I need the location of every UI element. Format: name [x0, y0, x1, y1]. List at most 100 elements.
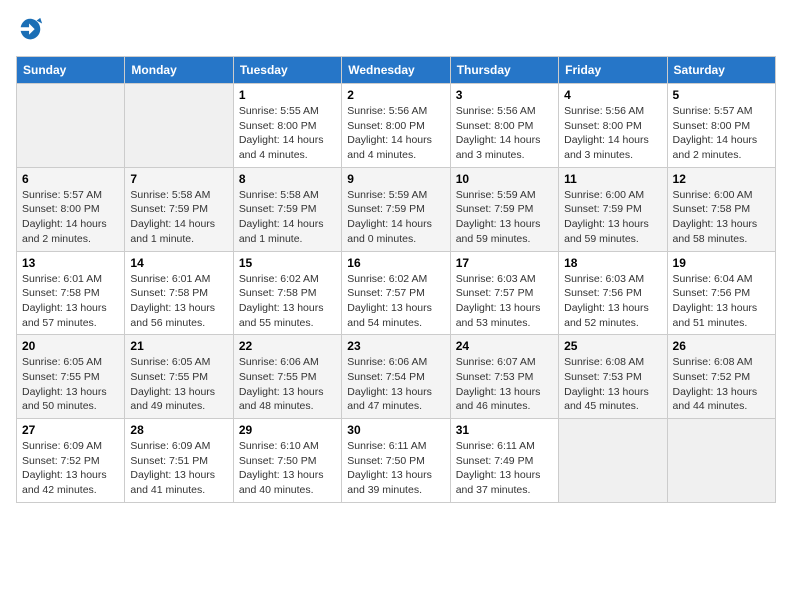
day-number: 18	[564, 256, 661, 270]
calendar-cell: 10 Sunrise: 5:59 AM Sunset: 7:59 PM Dayli…	[450, 167, 558, 251]
calendar-cell: 26 Sunrise: 6:08 AM Sunset: 7:52 PM Dayli…	[667, 335, 775, 419]
day-info: Sunrise: 6:06 AM Sunset: 7:55 PM Dayligh…	[239, 355, 336, 414]
day-number: 8	[239, 172, 336, 186]
day-number: 4	[564, 88, 661, 102]
day-info: Sunrise: 5:59 AM Sunset: 7:59 PM Dayligh…	[456, 188, 553, 247]
day-info: Sunrise: 6:05 AM Sunset: 7:55 PM Dayligh…	[22, 355, 119, 414]
day-info: Sunrise: 6:03 AM Sunset: 7:56 PM Dayligh…	[564, 272, 661, 331]
day-number: 10	[456, 172, 553, 186]
calendar-cell: 1 Sunrise: 5:55 AM Sunset: 8:00 PM Daylig…	[233, 84, 341, 168]
day-number: 27	[22, 423, 119, 437]
calendar-cell: 4 Sunrise: 5:56 AM Sunset: 8:00 PM Daylig…	[559, 84, 667, 168]
calendar-cell	[667, 419, 775, 503]
calendar-cell: 13 Sunrise: 6:01 AM Sunset: 7:58 PM Dayli…	[17, 251, 125, 335]
day-info: Sunrise: 6:07 AM Sunset: 7:53 PM Dayligh…	[456, 355, 553, 414]
calendar-cell: 8Sunrise: 5:58 AM Sunset: 7:59 PM Daylig…	[233, 167, 341, 251]
weekday-header-friday: Friday	[559, 57, 667, 84]
calendar-cell: 18 Sunrise: 6:03 AM Sunset: 7:56 PM Dayli…	[559, 251, 667, 335]
calendar-cell: 23 Sunrise: 6:06 AM Sunset: 7:54 PM Dayli…	[342, 335, 450, 419]
day-info: Sunrise: 5:57 AM Sunset: 8:00 PM Dayligh…	[673, 104, 770, 163]
page-header	[16, 16, 776, 44]
day-number: 11	[564, 172, 661, 186]
day-number: 13	[22, 256, 119, 270]
day-number: 9	[347, 172, 444, 186]
day-info: Sunrise: 6:00 AM Sunset: 7:59 PM Dayligh…	[564, 188, 661, 247]
day-number: 26	[673, 339, 770, 353]
day-info: Sunrise: 6:06 AM Sunset: 7:54 PM Dayligh…	[347, 355, 444, 414]
calendar-cell: 14Sunrise: 6:01 AM Sunset: 7:58 PM Dayli…	[125, 251, 233, 335]
day-info: Sunrise: 5:59 AM Sunset: 7:59 PM Dayligh…	[347, 188, 444, 247]
day-number: 24	[456, 339, 553, 353]
weekday-header-sunday: Sunday	[17, 57, 125, 84]
calendar-cell: 20 Sunrise: 6:05 AM Sunset: 7:55 PM Dayli…	[17, 335, 125, 419]
weekday-header-thursday: Thursday	[450, 57, 558, 84]
calendar-cell: 22 Sunrise: 6:06 AM Sunset: 7:55 PM Dayli…	[233, 335, 341, 419]
day-number: 21	[130, 339, 227, 353]
calendar-cell: 16Sunrise: 6:02 AM Sunset: 7:57 PM Dayli…	[342, 251, 450, 335]
day-number: 29	[239, 423, 336, 437]
day-number: 6	[22, 172, 119, 186]
logo	[16, 16, 48, 44]
calendar-cell: 27 Sunrise: 6:09 AM Sunset: 7:52 PM Dayli…	[17, 419, 125, 503]
day-info: Sunrise: 6:08 AM Sunset: 7:52 PM Dayligh…	[673, 355, 770, 414]
day-info: Sunrise: 6:02 AM Sunset: 7:58 PM Dayligh…	[239, 272, 336, 331]
day-info: Sunrise: 6:10 AM Sunset: 7:50 PM Dayligh…	[239, 439, 336, 498]
day-number: 23	[347, 339, 444, 353]
day-number: 30	[347, 423, 444, 437]
calendar-cell: 31Sunrise: 6:11 AM Sunset: 7:49 PM Dayli…	[450, 419, 558, 503]
calendar-cell: 12 Sunrise: 6:00 AM Sunset: 7:58 PM Dayli…	[667, 167, 775, 251]
calendar-week-5: 27 Sunrise: 6:09 AM Sunset: 7:52 PM Dayli…	[17, 419, 776, 503]
calendar-cell: 11 Sunrise: 6:00 AM Sunset: 7:59 PM Dayli…	[559, 167, 667, 251]
calendar-cell: 2Sunrise: 5:56 AM Sunset: 8:00 PM Daylig…	[342, 84, 450, 168]
day-info: Sunrise: 6:11 AM Sunset: 7:50 PM Dayligh…	[347, 439, 444, 498]
day-info: Sunrise: 6:00 AM Sunset: 7:58 PM Dayligh…	[673, 188, 770, 247]
calendar-cell: 21 Sunrise: 6:05 AM Sunset: 7:55 PM Dayli…	[125, 335, 233, 419]
day-number: 16	[347, 256, 444, 270]
day-info: Sunrise: 6:05 AM Sunset: 7:55 PM Dayligh…	[130, 355, 227, 414]
day-info: Sunrise: 5:57 AM Sunset: 8:00 PM Dayligh…	[22, 188, 119, 247]
calendar-body: 1 Sunrise: 5:55 AM Sunset: 8:00 PM Daylig…	[17, 84, 776, 503]
weekday-header-tuesday: Tuesday	[233, 57, 341, 84]
calendar-week-2: 6 Sunrise: 5:57 AM Sunset: 8:00 PM Daylig…	[17, 167, 776, 251]
calendar-cell: 24 Sunrise: 6:07 AM Sunset: 7:53 PM Dayli…	[450, 335, 558, 419]
calendar-cell: 9 Sunrise: 5:59 AM Sunset: 7:59 PM Daylig…	[342, 167, 450, 251]
day-info: Sunrise: 6:09 AM Sunset: 7:52 PM Dayligh…	[22, 439, 119, 498]
calendar-cell	[17, 84, 125, 168]
calendar-cell: 28Sunrise: 6:09 AM Sunset: 7:51 PM Dayli…	[125, 419, 233, 503]
day-info: Sunrise: 6:08 AM Sunset: 7:53 PM Dayligh…	[564, 355, 661, 414]
calendar-cell: 19Sunrise: 6:04 AM Sunset: 7:56 PM Dayli…	[667, 251, 775, 335]
calendar-cell: 15 Sunrise: 6:02 AM Sunset: 7:58 PM Dayli…	[233, 251, 341, 335]
weekday-header-saturday: Saturday	[667, 57, 775, 84]
day-number: 15	[239, 256, 336, 270]
calendar-cell: 3 Sunrise: 5:56 AM Sunset: 8:00 PM Daylig…	[450, 84, 558, 168]
day-info: Sunrise: 6:01 AM Sunset: 7:58 PM Dayligh…	[22, 272, 119, 331]
day-number: 22	[239, 339, 336, 353]
calendar-cell: 25Sunrise: 6:08 AM Sunset: 7:53 PM Dayli…	[559, 335, 667, 419]
calendar-table: SundayMondayTuesdayWednesdayThursdayFrid…	[16, 56, 776, 503]
weekday-header-monday: Monday	[125, 57, 233, 84]
calendar-cell: 30 Sunrise: 6:11 AM Sunset: 7:50 PM Dayli…	[342, 419, 450, 503]
calendar-week-3: 13 Sunrise: 6:01 AM Sunset: 7:58 PM Dayli…	[17, 251, 776, 335]
day-number: 7	[130, 172, 227, 186]
day-number: 20	[22, 339, 119, 353]
calendar-week-4: 20 Sunrise: 6:05 AM Sunset: 7:55 PM Dayli…	[17, 335, 776, 419]
calendar-cell	[125, 84, 233, 168]
weekday-header-wednesday: Wednesday	[342, 57, 450, 84]
calendar-cell: 6 Sunrise: 5:57 AM Sunset: 8:00 PM Daylig…	[17, 167, 125, 251]
day-number: 12	[673, 172, 770, 186]
day-number: 17	[456, 256, 553, 270]
day-info: Sunrise: 6:09 AM Sunset: 7:51 PM Dayligh…	[130, 439, 227, 498]
day-info: Sunrise: 6:01 AM Sunset: 7:58 PM Dayligh…	[130, 272, 227, 331]
calendar-cell: 29 Sunrise: 6:10 AM Sunset: 7:50 PM Dayli…	[233, 419, 341, 503]
calendar-cell	[559, 419, 667, 503]
day-info: Sunrise: 5:56 AM Sunset: 8:00 PM Dayligh…	[564, 104, 661, 163]
calendar-week-1: 1 Sunrise: 5:55 AM Sunset: 8:00 PM Daylig…	[17, 84, 776, 168]
day-number: 19	[673, 256, 770, 270]
logo-icon	[16, 16, 44, 44]
day-number: 3	[456, 88, 553, 102]
day-number: 1	[239, 88, 336, 102]
weekday-header-row: SundayMondayTuesdayWednesdayThursdayFrid…	[17, 57, 776, 84]
day-number: 5	[673, 88, 770, 102]
day-info: Sunrise: 5:55 AM Sunset: 8:00 PM Dayligh…	[239, 104, 336, 163]
day-info: Sunrise: 5:56 AM Sunset: 8:00 PM Dayligh…	[456, 104, 553, 163]
